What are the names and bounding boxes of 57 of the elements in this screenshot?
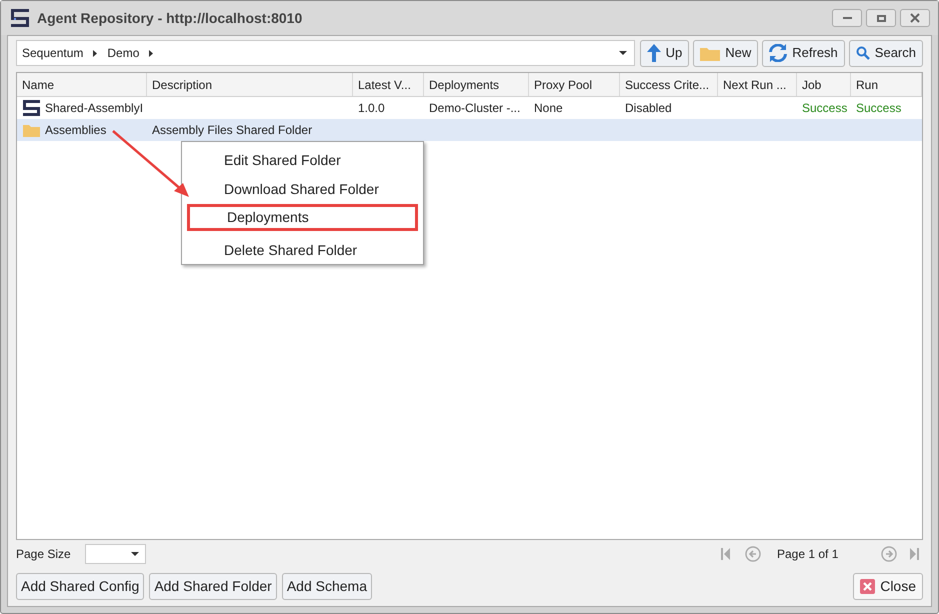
maximize-button[interactable] — [866, 9, 896, 27]
page-size-dropdown[interactable] — [84, 544, 146, 564]
column-header[interactable]: Success Crite... — [620, 73, 718, 96]
close-icon — [910, 13, 920, 23]
refresh-icon — [769, 44, 788, 62]
table-row[interactable]: Assemblies Assembly Files Shared Folder — [17, 119, 922, 141]
logo-icon — [22, 99, 41, 117]
page-size-label: Page Size — [16, 546, 71, 563]
chevron-icon — [93, 50, 98, 56]
minimize-button[interactable] — [832, 9, 862, 27]
close-window-button[interactable]: Close — [853, 573, 923, 600]
table-cell-text: None — [534, 100, 563, 117]
new-button[interactable]: New — [693, 40, 758, 66]
search-icon — [856, 46, 870, 60]
table-cell-text: 1.0.0 — [358, 100, 385, 117]
table-cell-text: Success — [856, 100, 902, 117]
menu-item[interactable]: Deployments — [187, 204, 418, 232]
column-header[interactable]: Proxy Pool — [529, 73, 620, 96]
action-button[interactable]: Add Schema — [282, 573, 372, 600]
page-indicator: Page 1 of 1 — [777, 546, 840, 563]
search-button[interactable]: Search — [848, 40, 923, 66]
dropdown-arrow-icon — [618, 51, 627, 55]
refresh-button[interactable]: Refresh — [762, 40, 845, 66]
column-header[interactable]: Latest V... — [353, 73, 424, 96]
table-cell-text: Assemblies — [45, 122, 106, 139]
dropdown-arrow-icon — [130, 552, 139, 556]
column-header[interactable]: Next Run ... — [718, 73, 797, 96]
next-page-icon[interactable] — [881, 546, 897, 562]
folder-icon — [700, 46, 720, 60]
table-cell-text: Shared-AssemblyI — [45, 100, 144, 117]
action-button[interactable]: Add Shared Folder — [149, 573, 277, 600]
window-title: Agent Repository - http://localhost:8010 — [37, 8, 302, 28]
column-header[interactable]: Description — [147, 73, 353, 96]
close-button[interactable] — [900, 9, 930, 27]
column-header[interactable]: Name — [17, 73, 147, 96]
breadcrumb-item[interactable]: Demo — [107, 44, 140, 62]
previous-page-icon[interactable] — [745, 546, 761, 562]
logo-icon — [9, 7, 31, 29]
table-cell-text: Assembly Files Shared Folder — [152, 122, 312, 139]
table-cell-text: Demo-Cluster -... — [429, 100, 520, 117]
action-button[interactable]: Add Shared Config — [16, 573, 144, 600]
table-cell-text: Disabled — [625, 100, 672, 117]
last-page-icon[interactable] — [909, 548, 919, 560]
first-page-icon[interactable] — [721, 548, 731, 560]
menu-item[interactable]: Download Shared Folder — [187, 176, 418, 202]
column-header[interactable]: Run — [851, 73, 922, 96]
up-button[interactable]: Up — [640, 40, 690, 66]
column-header[interactable]: Job — [797, 73, 851, 96]
column-header[interactable]: Deployments — [424, 73, 529, 96]
menu-item[interactable]: Edit Shared Folder — [187, 147, 418, 174]
table-cell-text: Success — [802, 100, 848, 117]
close-icon — [860, 579, 876, 594]
breadcrumb-bar[interactable]: Sequentum Demo — [16, 40, 635, 66]
chevron-icon — [149, 50, 154, 56]
breadcrumb-item[interactable]: Sequentum — [22, 44, 84, 62]
arrow-up-icon — [646, 44, 661, 62]
menu-item[interactable]: Delete Shared Folder — [187, 237, 418, 264]
